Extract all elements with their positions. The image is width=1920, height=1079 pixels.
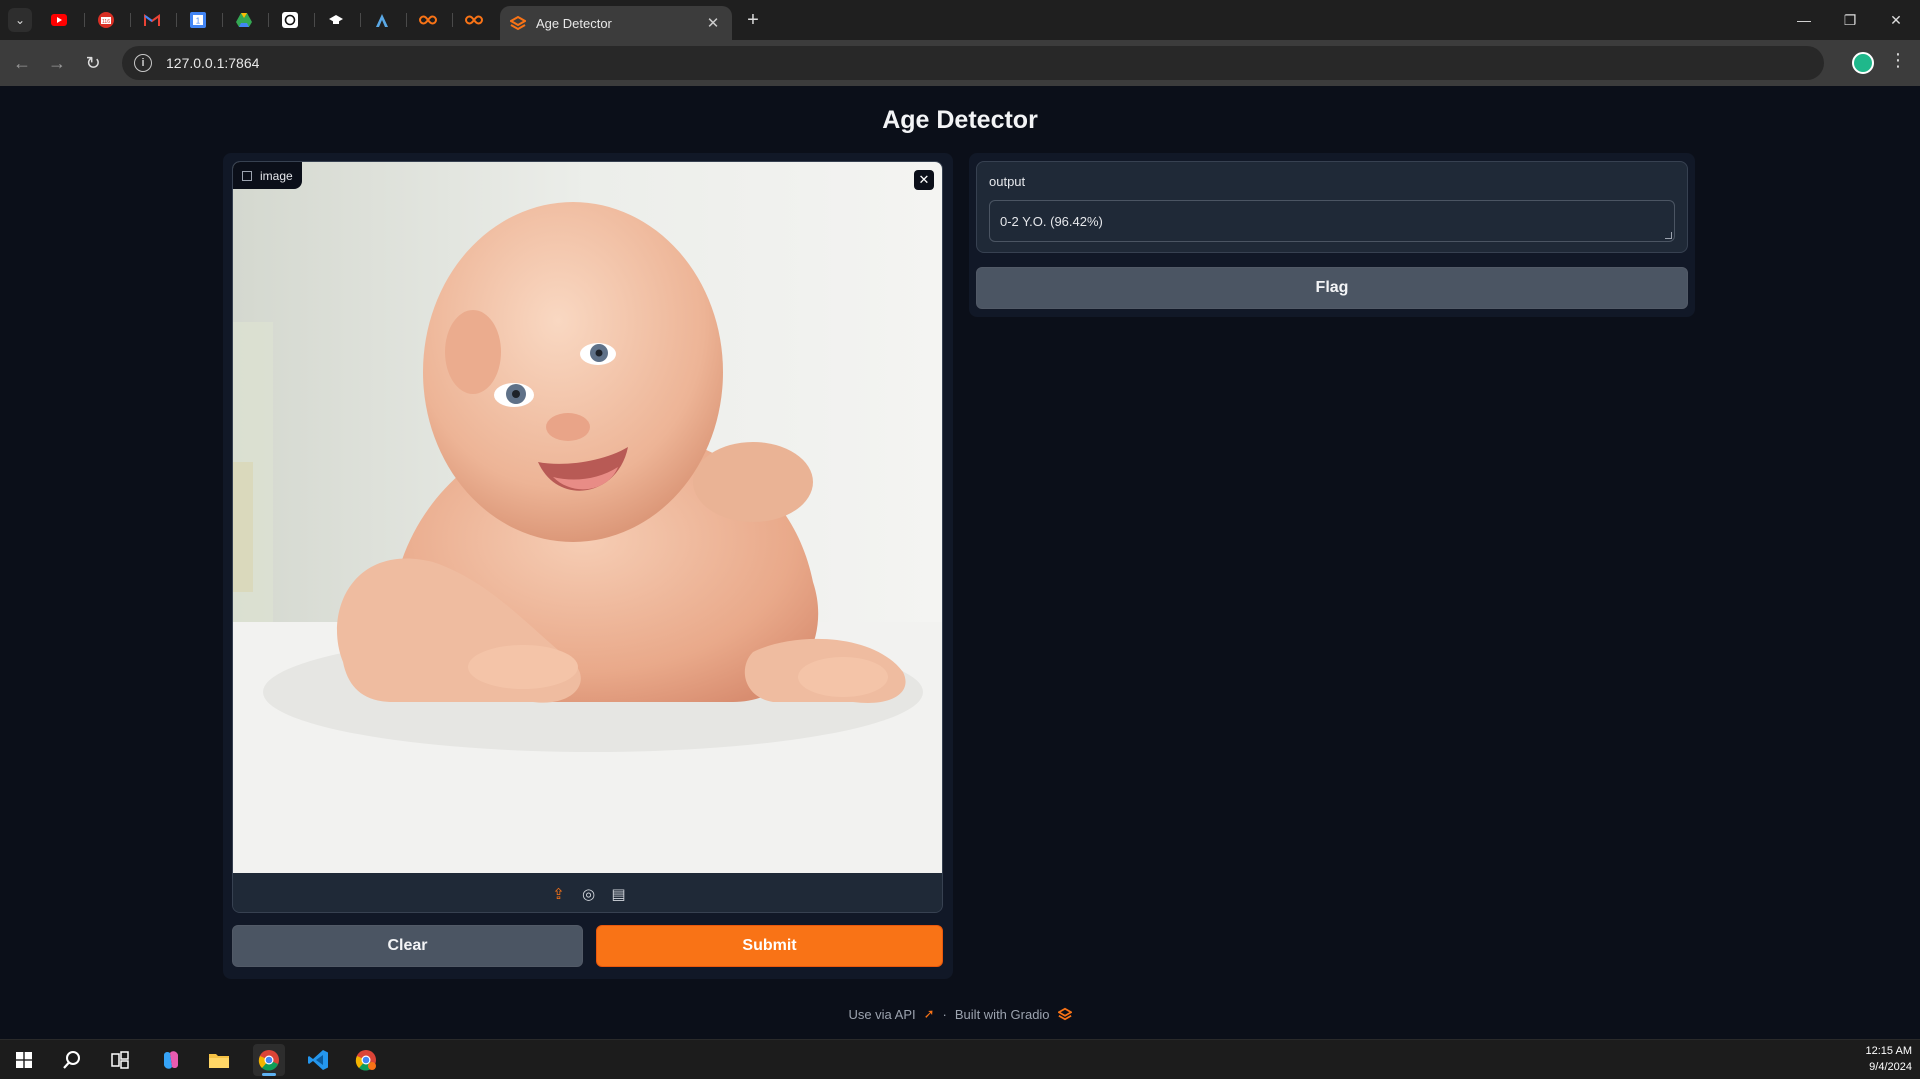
- remove-image-icon[interactable]: ✕: [914, 170, 934, 190]
- tab-separator: [268, 13, 269, 27]
- minimize-window-button[interactable]: —: [1781, 0, 1827, 40]
- google-drive-icon: [236, 13, 252, 27]
- copilot-button[interactable]: [155, 1044, 187, 1076]
- chrome-taskbar-button[interactable]: [253, 1044, 285, 1076]
- pinned-tab-app[interactable]: [370, 8, 394, 32]
- output-value: 0-2 Y.O. (96.42%): [1000, 214, 1103, 229]
- pinned-tab-youtube[interactable]: [47, 8, 71, 32]
- output-label: output: [989, 174, 1026, 189]
- copilot-icon: [164, 1051, 178, 1069]
- restore-window-button[interactable]: ❐: [1827, 0, 1873, 40]
- tab-search-button[interactable]: ⌄: [8, 8, 32, 32]
- image-source-toolbar: ⇪ ◎ ▤: [233, 873, 942, 912]
- pinned-tab-chatgpt[interactable]: [278, 8, 302, 32]
- system-clock[interactable]: 12:15 AM 9/4/2024: [1866, 1043, 1912, 1075]
- clear-button[interactable]: Clear: [232, 925, 583, 967]
- close-tab-icon[interactable]: ✕: [704, 14, 722, 32]
- image-label: image: [260, 168, 293, 183]
- tab-separator: [360, 13, 361, 27]
- vscode-icon: [308, 1050, 328, 1070]
- infinity-icon: [465, 15, 483, 25]
- youtube-icon: [51, 14, 67, 26]
- uploaded-baby-photo: [233, 162, 942, 873]
- image-label-badge: image: [233, 162, 302, 189]
- flag-button[interactable]: Flag: [976, 267, 1688, 309]
- chatgpt-icon: [282, 12, 298, 28]
- image-icon: [242, 170, 252, 181]
- pinned-tab-google-calendar[interactable]: 1: [186, 8, 210, 32]
- chrome-icon: [355, 1050, 376, 1071]
- tab-separator: [314, 13, 315, 27]
- footer: Use via API ➚ · Built with Gradio: [0, 1006, 1920, 1022]
- gradio-logo-icon: [1057, 1007, 1072, 1021]
- clock-date: 9/4/2024: [1869, 1061, 1912, 1073]
- tab-separator: [222, 13, 223, 27]
- pinned-tab-infinity-1[interactable]: [416, 8, 440, 32]
- task-view-icon: [111, 1051, 129, 1069]
- built-with-gradio-link[interactable]: Built with Gradio: [955, 1007, 1050, 1022]
- pinned-tab-gmail[interactable]: [140, 8, 164, 32]
- site-info-icon[interactable]: i: [134, 54, 152, 72]
- gradio-logo-icon: [510, 15, 526, 31]
- tab-separator: [84, 13, 85, 27]
- infinity-icon: [419, 15, 437, 25]
- svg-text:116: 116: [102, 19, 110, 25]
- graduation-cap-icon: [329, 15, 343, 24]
- vscode-taskbar-button[interactable]: [302, 1044, 334, 1076]
- pinned-tab-calendar[interactable]: 116: [94, 8, 118, 32]
- chrome-profile-taskbar-button[interactable]: [350, 1044, 382, 1076]
- browser-menu-icon[interactable]: ⋮: [1888, 50, 1908, 71]
- pinned-tab-drive[interactable]: [232, 8, 256, 32]
- file-explorer-button[interactable]: [203, 1044, 235, 1076]
- input-panel: image ✕ ⇪ ◎ ▤ Clear Submit: [223, 153, 953, 979]
- rocket-icon: ➚: [923, 1006, 935, 1021]
- upload-icon[interactable]: ⇪: [551, 885, 567, 903]
- gmail-icon: [144, 14, 160, 26]
- use-via-api-link[interactable]: Use via API: [848, 1007, 915, 1022]
- chrome-icon: [258, 1050, 279, 1071]
- output-textbox[interactable]: 0-2 Y.O. (96.42%): [989, 200, 1675, 242]
- app-icon: [376, 14, 388, 27]
- profile-avatar[interactable]: [1852, 52, 1874, 74]
- pinned-tab-education[interactable]: [324, 8, 348, 32]
- gradio-app: Age Detector image ✕ ⇪ ◎ ▤ Clear Submit …: [0, 86, 1920, 1039]
- tab-separator: [176, 13, 177, 27]
- address-url[interactable]: 127.0.0.1:7864: [166, 55, 259, 71]
- image-input[interactable]: image ✕ ⇪ ◎ ▤: [232, 161, 943, 913]
- start-button[interactable]: [8, 1044, 40, 1076]
- search-icon: [63, 1051, 80, 1069]
- tab-separator: [130, 13, 131, 27]
- new-tab-button[interactable]: +: [742, 9, 764, 31]
- submit-button[interactable]: Submit: [596, 925, 943, 967]
- tab-separator: [406, 13, 407, 27]
- tab-age-detector[interactable]: Age Detector ✕: [500, 6, 732, 40]
- forward-button[interactable]: →: [43, 49, 71, 77]
- webcam-icon[interactable]: ◎: [581, 885, 597, 903]
- back-button[interactable]: ←: [8, 49, 36, 77]
- svg-text:1: 1: [196, 17, 201, 26]
- tab-title: Age Detector: [536, 15, 612, 31]
- output-block: output 0-2 Y.O. (96.42%): [976, 161, 1688, 253]
- clipboard-icon[interactable]: ▤: [611, 885, 627, 903]
- footer-separator: ·: [942, 1006, 947, 1022]
- calendar-badge-icon: 116: [98, 12, 114, 28]
- close-window-button[interactable]: ✕: [1873, 0, 1919, 40]
- output-panel: output 0-2 Y.O. (96.42%) Flag: [969, 153, 1695, 317]
- page-title: Age Detector: [882, 106, 1038, 134]
- pinned-tab-infinity-2[interactable]: [462, 8, 486, 32]
- resize-handle-icon[interactable]: [1665, 232, 1672, 239]
- task-view-button[interactable]: [104, 1044, 136, 1076]
- address-bar[interactable]: i 127.0.0.1:7864 ☆: [122, 46, 1824, 80]
- clock-time: 12:15 AM: [1865, 1045, 1912, 1057]
- browser-toolbar: ← → ↻ i 127.0.0.1:7864 ☆ ⋮: [0, 40, 1920, 86]
- windows-taskbar: 12:15 AM 9/4/2024: [0, 1039, 1920, 1079]
- reload-button[interactable]: ↻: [79, 49, 107, 77]
- windows-logo-icon: [16, 1052, 32, 1068]
- google-calendar-icon: 1: [190, 12, 206, 28]
- search-button[interactable]: [56, 1044, 88, 1076]
- browser-tabstrip: ⌄ 116 1 Age Detector ✕ + — ❐ ✕: [0, 0, 1920, 40]
- folder-icon: [209, 1054, 229, 1068]
- tab-separator: [452, 13, 453, 27]
